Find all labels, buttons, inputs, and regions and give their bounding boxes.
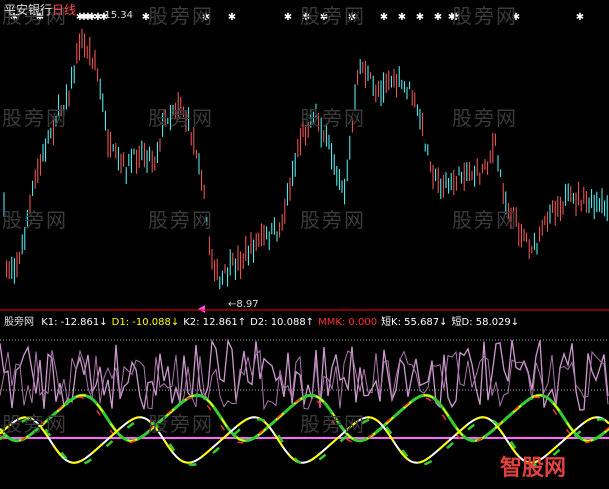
indicator-value: 短K: 55.687↓ (381, 317, 448, 328)
indicator-value: D1: -10.088↓ (111, 317, 180, 328)
indicator-value: D2: 10.088↑ (250, 317, 315, 328)
signal-star-icon: ✱ (398, 12, 406, 23)
watermark: 股旁网 (148, 4, 214, 28)
signal-star-icon: ✱ (380, 12, 388, 23)
indicator-value: K1: -12.861↓ (41, 317, 108, 328)
high-price-label: ←15.34 (96, 10, 134, 21)
watermark: 股旁网 (452, 106, 518, 130)
indicator-values-bar: 股旁网 K1: -12.861↓ D1: -10.088↓ K2: 12.861↑ D… (4, 313, 523, 328)
signal-star-icon: ✱ (576, 12, 584, 23)
watermark: 股旁网 (300, 4, 366, 28)
watermark: 股旁网 (300, 412, 366, 436)
watermark: 股旁网 (148, 106, 214, 130)
period-label: 日线 (52, 3, 77, 17)
stock-name: 平安银行 (4, 3, 53, 17)
indicator-name: 股旁网 (4, 317, 34, 328)
watermark: 股旁网 (452, 208, 518, 232)
signal-star-icon: ✱ (228, 12, 236, 23)
signal-star-icon: ✱ (434, 12, 442, 23)
signal-star-icon: ✱ (284, 12, 292, 23)
watermark: 股旁网 (300, 208, 366, 232)
watermark: 股旁网 (2, 412, 68, 436)
watermark: 股旁网 (148, 208, 214, 232)
stock-chart-window: ✱ ✱ ✱ ✱ ✱ ✱ ✱ ✱ ✱ ✱ ✱ ✱ ✱ ✱ ✱ ✱ ✱ ✱ ✱ ✱ ✱ ✱ ✱ 股旁网 股旁网 股旁网 股旁网 … (0, 0, 609, 489)
watermark: 股旁网 (452, 4, 518, 28)
indicator-value: MMK: 0.000 (318, 317, 378, 328)
pointer-marker-icon (198, 305, 205, 313)
site-logo: 智股网 (500, 456, 567, 481)
signal-star-icon: ✱ (416, 12, 424, 23)
watermark: 股旁网 (300, 106, 366, 130)
watermark: 股旁网 (2, 106, 68, 130)
chart-title: 平安银行日线 (4, 1, 76, 18)
watermark: 股旁网 (148, 412, 214, 436)
watermark: 股旁网 (2, 208, 68, 232)
low-price-label: ←8.97 (228, 299, 259, 310)
indicator-value: K2: 12.861↑ (183, 317, 247, 328)
indicator-value: 短D: 58.029↓ (451, 317, 520, 328)
